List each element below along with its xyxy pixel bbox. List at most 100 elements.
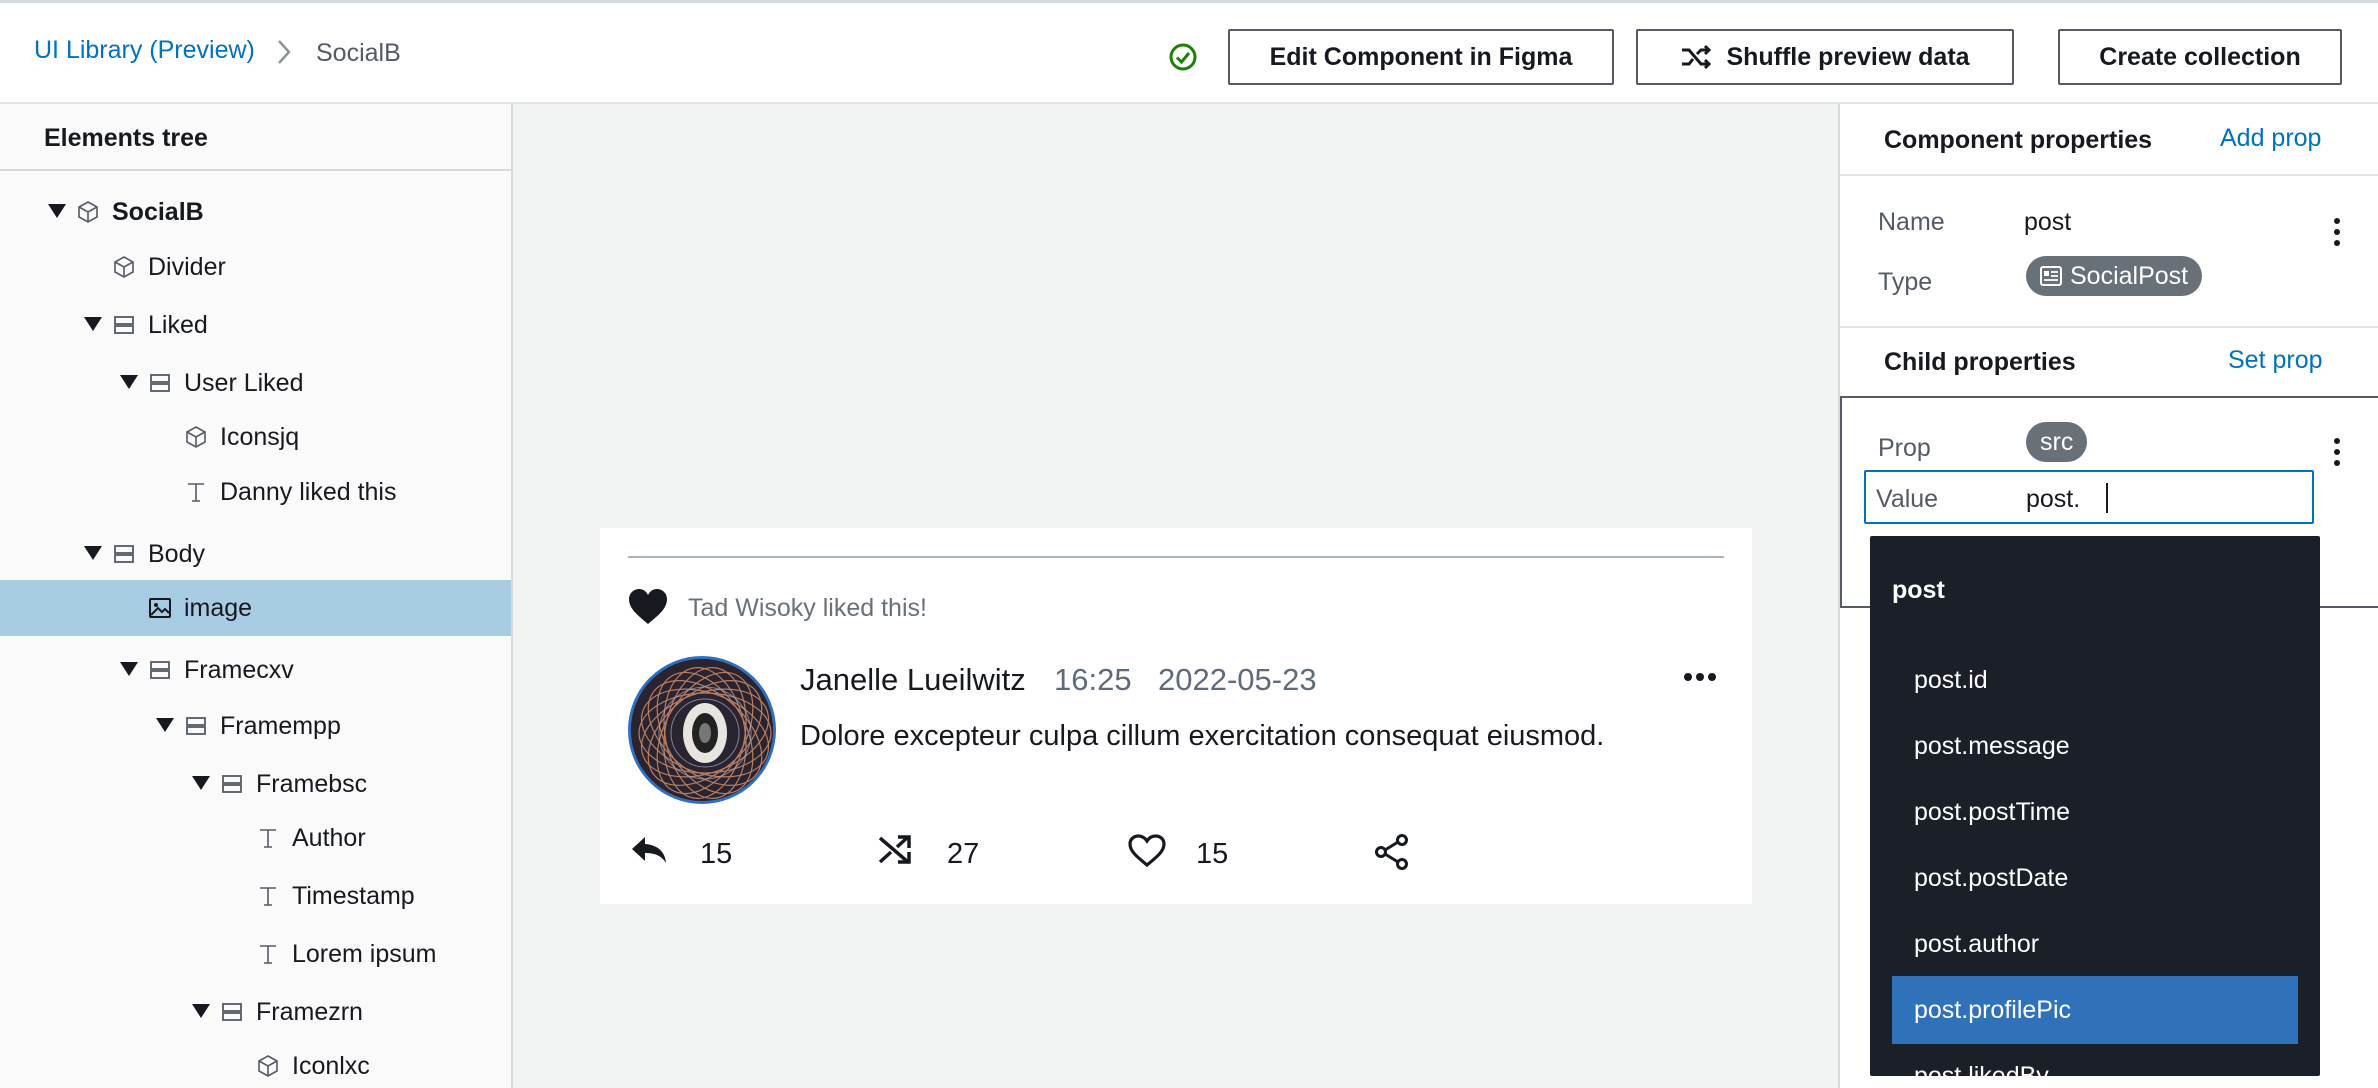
tree-item-label: Lorem ipsum	[292, 940, 437, 968]
frame-icon	[148, 658, 172, 682]
cube-icon	[256, 1054, 280, 1078]
breadcrumb-current: SocialB	[316, 39, 401, 67]
component-type-icon	[2040, 266, 2062, 286]
text-icon	[256, 884, 280, 908]
dropdown-option-label: post.postDate	[1914, 864, 2069, 892]
caret-down-icon[interactable]	[120, 662, 138, 676]
component-actions-kebab-icon[interactable]	[2334, 218, 2340, 251]
shuffle-icon[interactable]	[878, 834, 912, 866]
shuffle-preview-label: Shuffle preview data	[1726, 42, 1970, 71]
dropdown-option[interactable]: post.message	[1892, 712, 2298, 780]
tree-item-lorem-ipsum[interactable]: Lorem ipsum	[0, 926, 511, 982]
reply-icon[interactable]	[630, 834, 668, 866]
tree-item-framecxv[interactable]: Framecxv	[0, 642, 511, 698]
value-label: Value	[1876, 485, 1939, 513]
type-badge-label: SocialPost	[2070, 261, 2189, 290]
tree-item-body[interactable]: Body	[0, 526, 511, 582]
tree-item-user-liked[interactable]: User Liked	[0, 355, 511, 411]
social-post-preview: Tad Wisoky liked this! Janelle Lueilwitz…	[600, 528, 1752, 904]
dropdown-option[interactable]: post.postDate	[1892, 844, 2298, 912]
caret-down-icon[interactable]	[192, 1004, 210, 1018]
post-divider	[628, 556, 1724, 558]
type-label: Type	[1878, 268, 1933, 296]
tree-item-label: image	[184, 594, 253, 622]
tree-item-danny-liked-this[interactable]: Danny liked this	[0, 464, 511, 520]
frame-icon	[112, 313, 136, 337]
dropdown-option[interactable]: post.id	[1892, 646, 2298, 714]
caret-down-icon[interactable]	[156, 718, 174, 732]
tree-item-framezrn[interactable]: Framezrn	[0, 984, 511, 1040]
heart-outline-icon[interactable]	[1128, 834, 1166, 868]
tree-item-socialb[interactable]: SocialB	[0, 184, 511, 240]
caret-down-icon[interactable]	[120, 375, 138, 389]
tree-item-label: Framezrn	[256, 998, 363, 1026]
tree-item-timestamp[interactable]: Timestamp	[0, 868, 511, 924]
value-input[interactable]: Value post.	[1864, 470, 2314, 524]
frame-icon	[220, 1000, 244, 1024]
tree-item-label: Iconsjq	[220, 423, 300, 451]
dropdown-group-label: post	[1892, 576, 1945, 604]
child-actions-kebab-icon[interactable]	[2334, 438, 2340, 471]
text-icon	[184, 480, 208, 504]
tree-item-framebsc[interactable]: Framebsc	[0, 756, 511, 812]
tree-item-iconlxc[interactable]: Iconlxc	[0, 1038, 511, 1088]
prop-badge: src	[2026, 422, 2088, 462]
tree-item-label: Iconlxc	[292, 1052, 370, 1080]
dropdown-option[interactable]: post.profilePic	[1892, 976, 2298, 1044]
dropdown-option[interactable]: post.author	[1892, 910, 2298, 978]
more-options-icon[interactable]	[1684, 672, 1716, 682]
edit-in-figma-button[interactable]: Edit Component in Figma	[1228, 29, 1614, 85]
text-icon	[256, 942, 280, 966]
chevron-right-icon	[278, 40, 291, 64]
tree-item-label: Author	[292, 824, 366, 852]
tree-item-label: User Liked	[184, 369, 304, 397]
dropdown-option-label: post.message	[1914, 732, 2070, 760]
check-circle-icon	[1169, 43, 1197, 71]
tree-item-image[interactable]: image	[0, 580, 511, 636]
prop-badge-label: src	[2040, 427, 2074, 456]
tree-item-divider[interactable]: Divider	[0, 239, 511, 295]
tree-item-label: Divider	[148, 253, 226, 281]
name-label: Name	[1878, 208, 1945, 236]
shuffle-preview-button[interactable]: Shuffle preview data	[1636, 29, 2014, 85]
post-date: 2022-05-23	[1158, 662, 1317, 697]
type-badge: SocialPost	[2026, 256, 2203, 296]
tree-item-label: Framebsc	[256, 770, 368, 798]
dropdown-option-label: post.likedBy	[1914, 1062, 2049, 1088]
shuffle-count: 27	[947, 838, 980, 870]
top-bar: UI Library (Preview) SocialB Edit Compon…	[0, 0, 2378, 104]
heart-filled-icon	[629, 589, 667, 624]
tree-item-label: Timestamp	[292, 882, 415, 910]
value-autocomplete-dropdown: post post.id post.message post.postTime pos…	[1870, 536, 2320, 1088]
dropdown-option-label: post.author	[1914, 930, 2040, 958]
tree-item-liked[interactable]: Liked	[0, 297, 511, 353]
caret-down-icon[interactable]	[84, 317, 102, 331]
caret-down-icon[interactable]	[48, 204, 66, 218]
tree-item-framempp[interactable]: Framempp	[0, 698, 511, 754]
component-properties-title: Component properties	[1884, 126, 2153, 154]
dropdown-option-label: post.id	[1914, 666, 1988, 694]
caret-down-icon[interactable]	[84, 546, 102, 560]
like-count: 15	[1196, 838, 1229, 870]
frame-icon	[148, 371, 172, 395]
share-icon[interactable]	[1374, 834, 1410, 870]
divider	[1840, 174, 2378, 176]
create-collection-button[interactable]: Create collection	[2058, 29, 2342, 85]
tree-item-label: Framecxv	[184, 656, 294, 684]
tree-item-author[interactable]: Author	[0, 810, 511, 866]
image-icon	[148, 596, 172, 620]
set-prop-link[interactable]: Set prop	[2228, 346, 2323, 375]
dropdown-option[interactable]: post.postTime	[1892, 778, 2298, 846]
text-cursor	[2106, 483, 2108, 513]
caret-down-icon[interactable]	[192, 776, 210, 790]
tree-item-iconsjq[interactable]: Iconsjq	[0, 409, 511, 465]
dropdown-option-label: post.profilePic	[1914, 996, 2072, 1024]
dropdown-option[interactable]: post.likedBy	[1892, 1042, 2298, 1088]
tree-item-label: Liked	[148, 311, 208, 339]
create-collection-label: Create collection	[2099, 42, 2301, 71]
post-time: 16:25	[1054, 662, 1132, 697]
breadcrumb-ui-library[interactable]: UI Library (Preview)	[34, 36, 255, 65]
tree-item-label: Danny liked this	[220, 478, 397, 506]
value-input-text[interactable]: post.	[2026, 485, 2080, 514]
add-prop-link[interactable]: Add prop	[2220, 124, 2321, 153]
